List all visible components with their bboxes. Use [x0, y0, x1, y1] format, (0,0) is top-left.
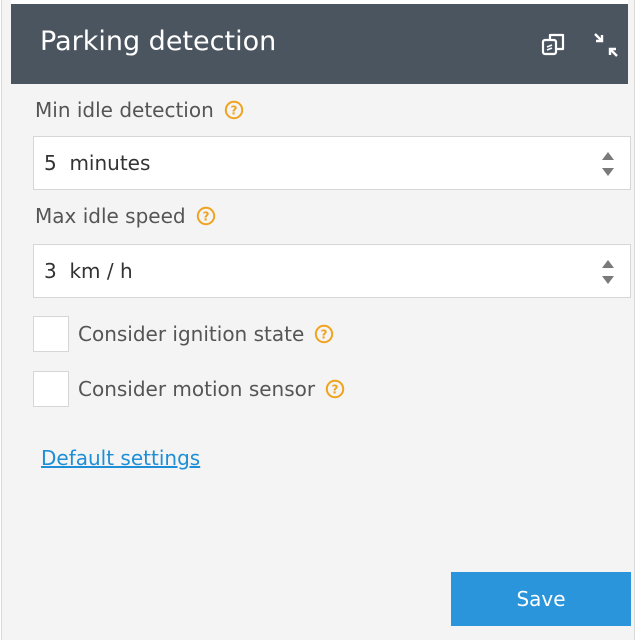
max-speed-label-row: Max idle speed ?	[35, 204, 216, 228]
max-speed-input[interactable]: 3 km / h	[33, 244, 631, 298]
collapse-icon[interactable]	[591, 30, 621, 60]
svg-text:?: ?	[230, 104, 237, 118]
panel-title: Parking detection	[40, 26, 277, 57]
default-settings-link[interactable]: Default settings	[41, 446, 200, 470]
help-icon[interactable]: ?	[314, 324, 334, 344]
min-idle-value: 5 minutes	[44, 151, 151, 175]
ignition-checkbox[interactable]	[33, 316, 69, 352]
help-icon[interactable]: ?	[196, 206, 216, 226]
parking-detection-panel: Parking detection Min idle detection ? 5…	[1, 0, 635, 640]
motion-checkbox[interactable]	[33, 371, 69, 407]
min-idle-label-row: Min idle detection ?	[35, 98, 244, 122]
svg-text:?: ?	[321, 328, 328, 342]
panel-header: Parking detection	[11, 0, 628, 84]
ignition-label: Consider ignition state	[78, 322, 305, 346]
max-speed-stepper-icon[interactable]	[600, 256, 616, 288]
svg-text:?: ?	[202, 210, 209, 224]
motion-label: Consider motion sensor	[78, 377, 316, 401]
min-idle-label: Min idle detection	[35, 98, 214, 122]
help-icon[interactable]: ?	[224, 100, 244, 120]
svg-text:?: ?	[332, 383, 339, 397]
max-speed-label: Max idle speed	[35, 204, 186, 228]
copy-icon[interactable]	[539, 30, 569, 60]
max-speed-value: 3 km / h	[44, 259, 133, 283]
panel-body: Min idle detection ? 5 minutes Max idle …	[11, 84, 631, 640]
min-idle-stepper-icon[interactable]	[600, 148, 616, 180]
min-idle-input[interactable]: 5 minutes	[33, 136, 631, 190]
help-icon[interactable]: ?	[325, 379, 345, 399]
save-button[interactable]: Save	[451, 572, 631, 626]
motion-row: Consider motion sensor ?	[33, 370, 345, 408]
ignition-row: Consider ignition state ?	[33, 315, 334, 353]
